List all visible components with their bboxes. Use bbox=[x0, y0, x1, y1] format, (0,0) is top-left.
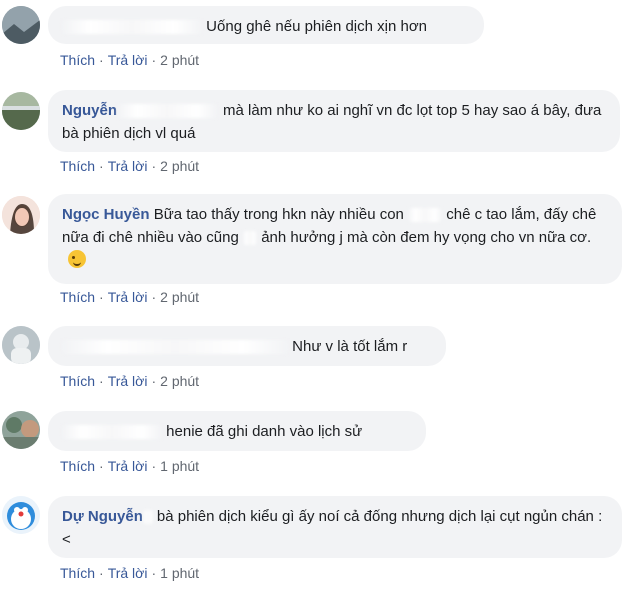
reply-link[interactable]: Trả lời bbox=[108, 373, 148, 389]
reply-link[interactable]: Trả lời bbox=[108, 289, 148, 305]
avatar-photo-icon bbox=[2, 92, 40, 130]
smirk-emoji-icon bbox=[68, 250, 86, 268]
timestamp: 2 phút bbox=[160, 158, 200, 174]
comment-bubble: Nguyễn mà làm như ko ai nghĩ vn đc lọt to… bbox=[48, 90, 620, 152]
timestamp: 2 phút bbox=[160, 52, 200, 68]
reply-link[interactable]: Trả lời bbox=[108, 565, 148, 581]
timestamp: 1 phút bbox=[160, 565, 200, 581]
comment-bubble: henie đã ghi danh vào lịch sử bbox=[48, 411, 426, 451]
comment-actions: Thích · Trả lời · 1 phút bbox=[60, 458, 200, 474]
comment-bubble: Như v là tốt lắm r bbox=[48, 326, 446, 366]
redacted-name bbox=[142, 510, 153, 525]
like-link[interactable]: Thích bbox=[60, 158, 95, 174]
comment-actions: Thích · Trả lời · 2 phút bbox=[60, 158, 200, 174]
comment-bubble: Uống ghê nếu phiên dịch xịn hơn bbox=[48, 6, 484, 44]
comment-actions: Thích · Trả lời · 2 phút bbox=[60, 373, 200, 389]
redacted-word bbox=[408, 208, 443, 223]
timestamp: 1 phút bbox=[160, 458, 200, 474]
commenter-name[interactable]: Ngọc Huyền bbox=[62, 206, 150, 223]
comment-text: ảnh hưởng j mà còn đem hy vọng cho vn nữ… bbox=[261, 229, 592, 246]
like-link[interactable]: Thích bbox=[60, 373, 95, 389]
redacted-name bbox=[62, 20, 202, 35]
comment-text: henie đã ghi danh vào lịch sử bbox=[166, 423, 363, 440]
avatar[interactable] bbox=[2, 196, 40, 234]
timestamp: 2 phút bbox=[160, 373, 200, 389]
comment-text: Bữa tao thấy trong hkn này nhiều con bbox=[153, 206, 404, 223]
reply-link[interactable]: Trả lời bbox=[108, 52, 148, 68]
avatar[interactable] bbox=[2, 6, 40, 44]
avatar[interactable] bbox=[2, 92, 40, 130]
comment-text: Như v là tốt lắm r bbox=[292, 338, 408, 355]
comment-text: Uống ghê nếu phiên dịch xịn hơn bbox=[206, 18, 428, 35]
avatar[interactable] bbox=[2, 496, 40, 534]
commenter-name[interactable]: Nguyễn bbox=[62, 102, 117, 119]
comment-actions: Thích · Trả lời · 2 phút bbox=[60, 52, 200, 68]
avatar-photo-icon bbox=[2, 411, 40, 449]
redacted-word bbox=[243, 231, 258, 246]
like-link[interactable]: Thích bbox=[60, 458, 95, 474]
commenter-name[interactable]: Dự Nguyễn bbox=[62, 508, 143, 525]
reply-link[interactable]: Trả lời bbox=[108, 458, 148, 474]
redacted-name bbox=[62, 425, 162, 440]
redacted-name bbox=[62, 340, 288, 355]
avatar-photo-icon bbox=[2, 196, 40, 234]
like-link[interactable]: Thích bbox=[60, 565, 95, 581]
like-link[interactable]: Thích bbox=[60, 52, 95, 68]
like-link[interactable]: Thích bbox=[60, 289, 95, 305]
reply-link[interactable]: Trả lời bbox=[108, 158, 148, 174]
comment-actions: Thích · Trả lời · 1 phút bbox=[60, 565, 200, 581]
avatar-photo-icon bbox=[2, 496, 40, 534]
avatar-photo-icon bbox=[2, 6, 40, 44]
comment-bubble: Dự Nguyễn bà phiên dịch kiểu gì ấy noí cả… bbox=[48, 496, 622, 558]
timestamp: 2 phút bbox=[160, 289, 200, 305]
avatar[interactable] bbox=[2, 411, 40, 449]
avatar[interactable] bbox=[2, 326, 40, 364]
comment-bubble: Ngọc Huyền Bữa tao thấy trong hkn này nh… bbox=[48, 194, 622, 284]
redacted-name bbox=[117, 104, 218, 119]
avatar-photo-icon bbox=[2, 326, 40, 364]
comment-actions: Thích · Trả lời · 2 phút bbox=[60, 289, 200, 305]
